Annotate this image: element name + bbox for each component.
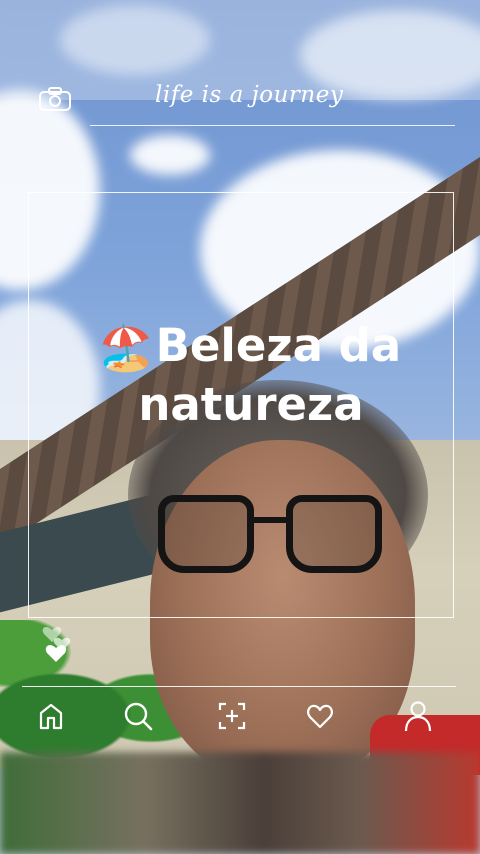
- headline-text-2: natureza: [138, 378, 364, 431]
- nav-home[interactable]: [31, 696, 71, 736]
- camera-icon: [38, 86, 72, 112]
- add-post-icon: [218, 702, 246, 730]
- nav-search[interactable]: [118, 696, 158, 736]
- cloud: [130, 135, 210, 175]
- nav-profile[interactable]: [398, 696, 438, 736]
- blurred-bottom-strip: [0, 752, 480, 854]
- hearts-icon: [38, 610, 78, 670]
- search-icon: [124, 702, 153, 731]
- nav-add-post[interactable]: [212, 696, 252, 736]
- tagline-text: life is a journey: [155, 82, 344, 108]
- headline: 🏖️Beleza da natureza: [60, 318, 440, 433]
- profile-icon: [404, 701, 432, 732]
- headline-line-1: 🏖️Beleza da: [60, 318, 440, 377]
- bottom-nav: [0, 696, 480, 736]
- nav-likes[interactable]: [300, 696, 340, 736]
- top-divider: [90, 125, 455, 126]
- heart-icon: [307, 704, 333, 729]
- home-icon: [39, 703, 63, 730]
- nav-divider: [22, 686, 456, 687]
- beach-umbrella-icon: 🏖️: [98, 323, 154, 374]
- headline-text-1: Beleza da: [155, 319, 402, 372]
